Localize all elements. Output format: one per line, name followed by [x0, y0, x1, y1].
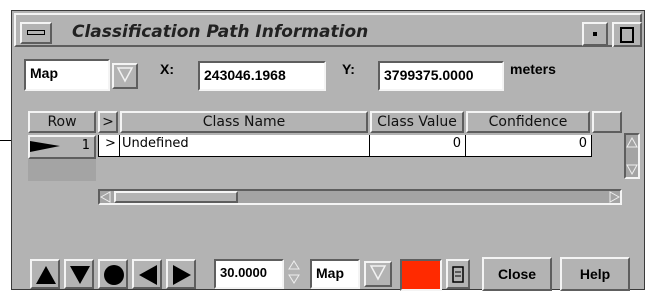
column-header-filler [592, 111, 622, 133]
left-arrow-icon [139, 265, 157, 285]
title-bar[interactable]: Classification Path Information [14, 13, 642, 48]
scroll-left-icon [100, 191, 111, 203]
row-number: 1 [81, 138, 90, 153]
horizontal-scroll-thumb[interactable] [114, 191, 238, 203]
units-label: meters [510, 61, 556, 77]
help-button[interactable]: Help [560, 257, 630, 291]
view-select-top[interactable]: Map [24, 59, 110, 91]
vertical-scrollbar[interactable] [624, 133, 640, 179]
table-row-empty [28, 159, 96, 181]
view-select-bottom-arrow[interactable] [364, 261, 392, 287]
step-value-field[interactable]: 30.0000 [214, 259, 284, 289]
table-cell-class-name[interactable]: Undefined [120, 135, 370, 157]
x-label: X: [160, 61, 174, 77]
scroll-right-icon [609, 191, 620, 203]
scroll-up-icon [626, 137, 638, 148]
table-cell-confidence[interactable]: 0 [466, 135, 592, 157]
step-value-spinner[interactable] [288, 259, 302, 289]
move-right-button[interactable] [166, 259, 196, 289]
y-coordinate-field[interactable]: 3799375.0000 [378, 61, 504, 91]
view-select-top-value: Map [30, 65, 58, 81]
move-down-button[interactable] [64, 259, 94, 289]
minimize-button[interactable] [582, 22, 608, 46]
spinner-icon [288, 260, 300, 284]
move-up-button[interactable] [30, 259, 60, 289]
x-coordinate-field[interactable]: 243046.1968 [198, 61, 326, 91]
view-select-top-arrow[interactable] [112, 63, 138, 89]
table-cell-marker[interactable]: > [98, 135, 120, 157]
table-row-number[interactable]: 1 [28, 135, 96, 159]
column-header-class-value[interactable]: Class Value [370, 111, 464, 133]
document-icon [452, 266, 464, 283]
table-cell-class-value[interactable]: 0 [370, 135, 466, 157]
color-swatch[interactable] [400, 259, 442, 291]
classification-path-window: Classification Path Information Map X: 2… [11, 10, 645, 291]
color-options-button[interactable] [446, 259, 470, 289]
window-title: Classification Path Information [72, 22, 369, 42]
window-menu-icon [27, 30, 45, 35]
column-header-class-name[interactable]: Class Name [120, 111, 368, 133]
dot-icon [104, 265, 124, 285]
window-menu-button[interactable] [20, 22, 52, 44]
chevron-down-icon [116, 67, 134, 83]
view-select-bottom[interactable]: Map [310, 259, 360, 289]
move-left-button[interactable] [132, 259, 162, 289]
column-header-confidence[interactable]: Confidence [466, 111, 590, 133]
close-button[interactable]: Close [482, 257, 552, 291]
view-select-bottom-value: Map [316, 265, 344, 281]
current-position-button[interactable] [98, 259, 128, 289]
horizontal-scrollbar[interactable] [98, 189, 622, 205]
chevron-down-icon [369, 265, 387, 281]
maximize-button[interactable] [612, 22, 642, 48]
x-coordinate-value: 243046.1968 [204, 67, 286, 83]
window-client: Map X: 243046.1968 Y: 3799375.0000 meter… [14, 47, 642, 291]
y-coordinate-value: 3799375.0000 [384, 67, 474, 83]
down-arrow-icon [70, 266, 90, 284]
step-value: 30.0000 [220, 265, 267, 280]
column-header-marker[interactable]: > [98, 111, 118, 133]
y-label: Y: [342, 61, 355, 77]
scroll-down-icon [626, 164, 638, 175]
column-header-row[interactable]: Row [28, 111, 96, 133]
right-arrow-icon [173, 265, 191, 285]
maximize-icon [620, 27, 634, 43]
up-arrow-icon [36, 266, 56, 284]
minimize-icon [593, 32, 597, 36]
